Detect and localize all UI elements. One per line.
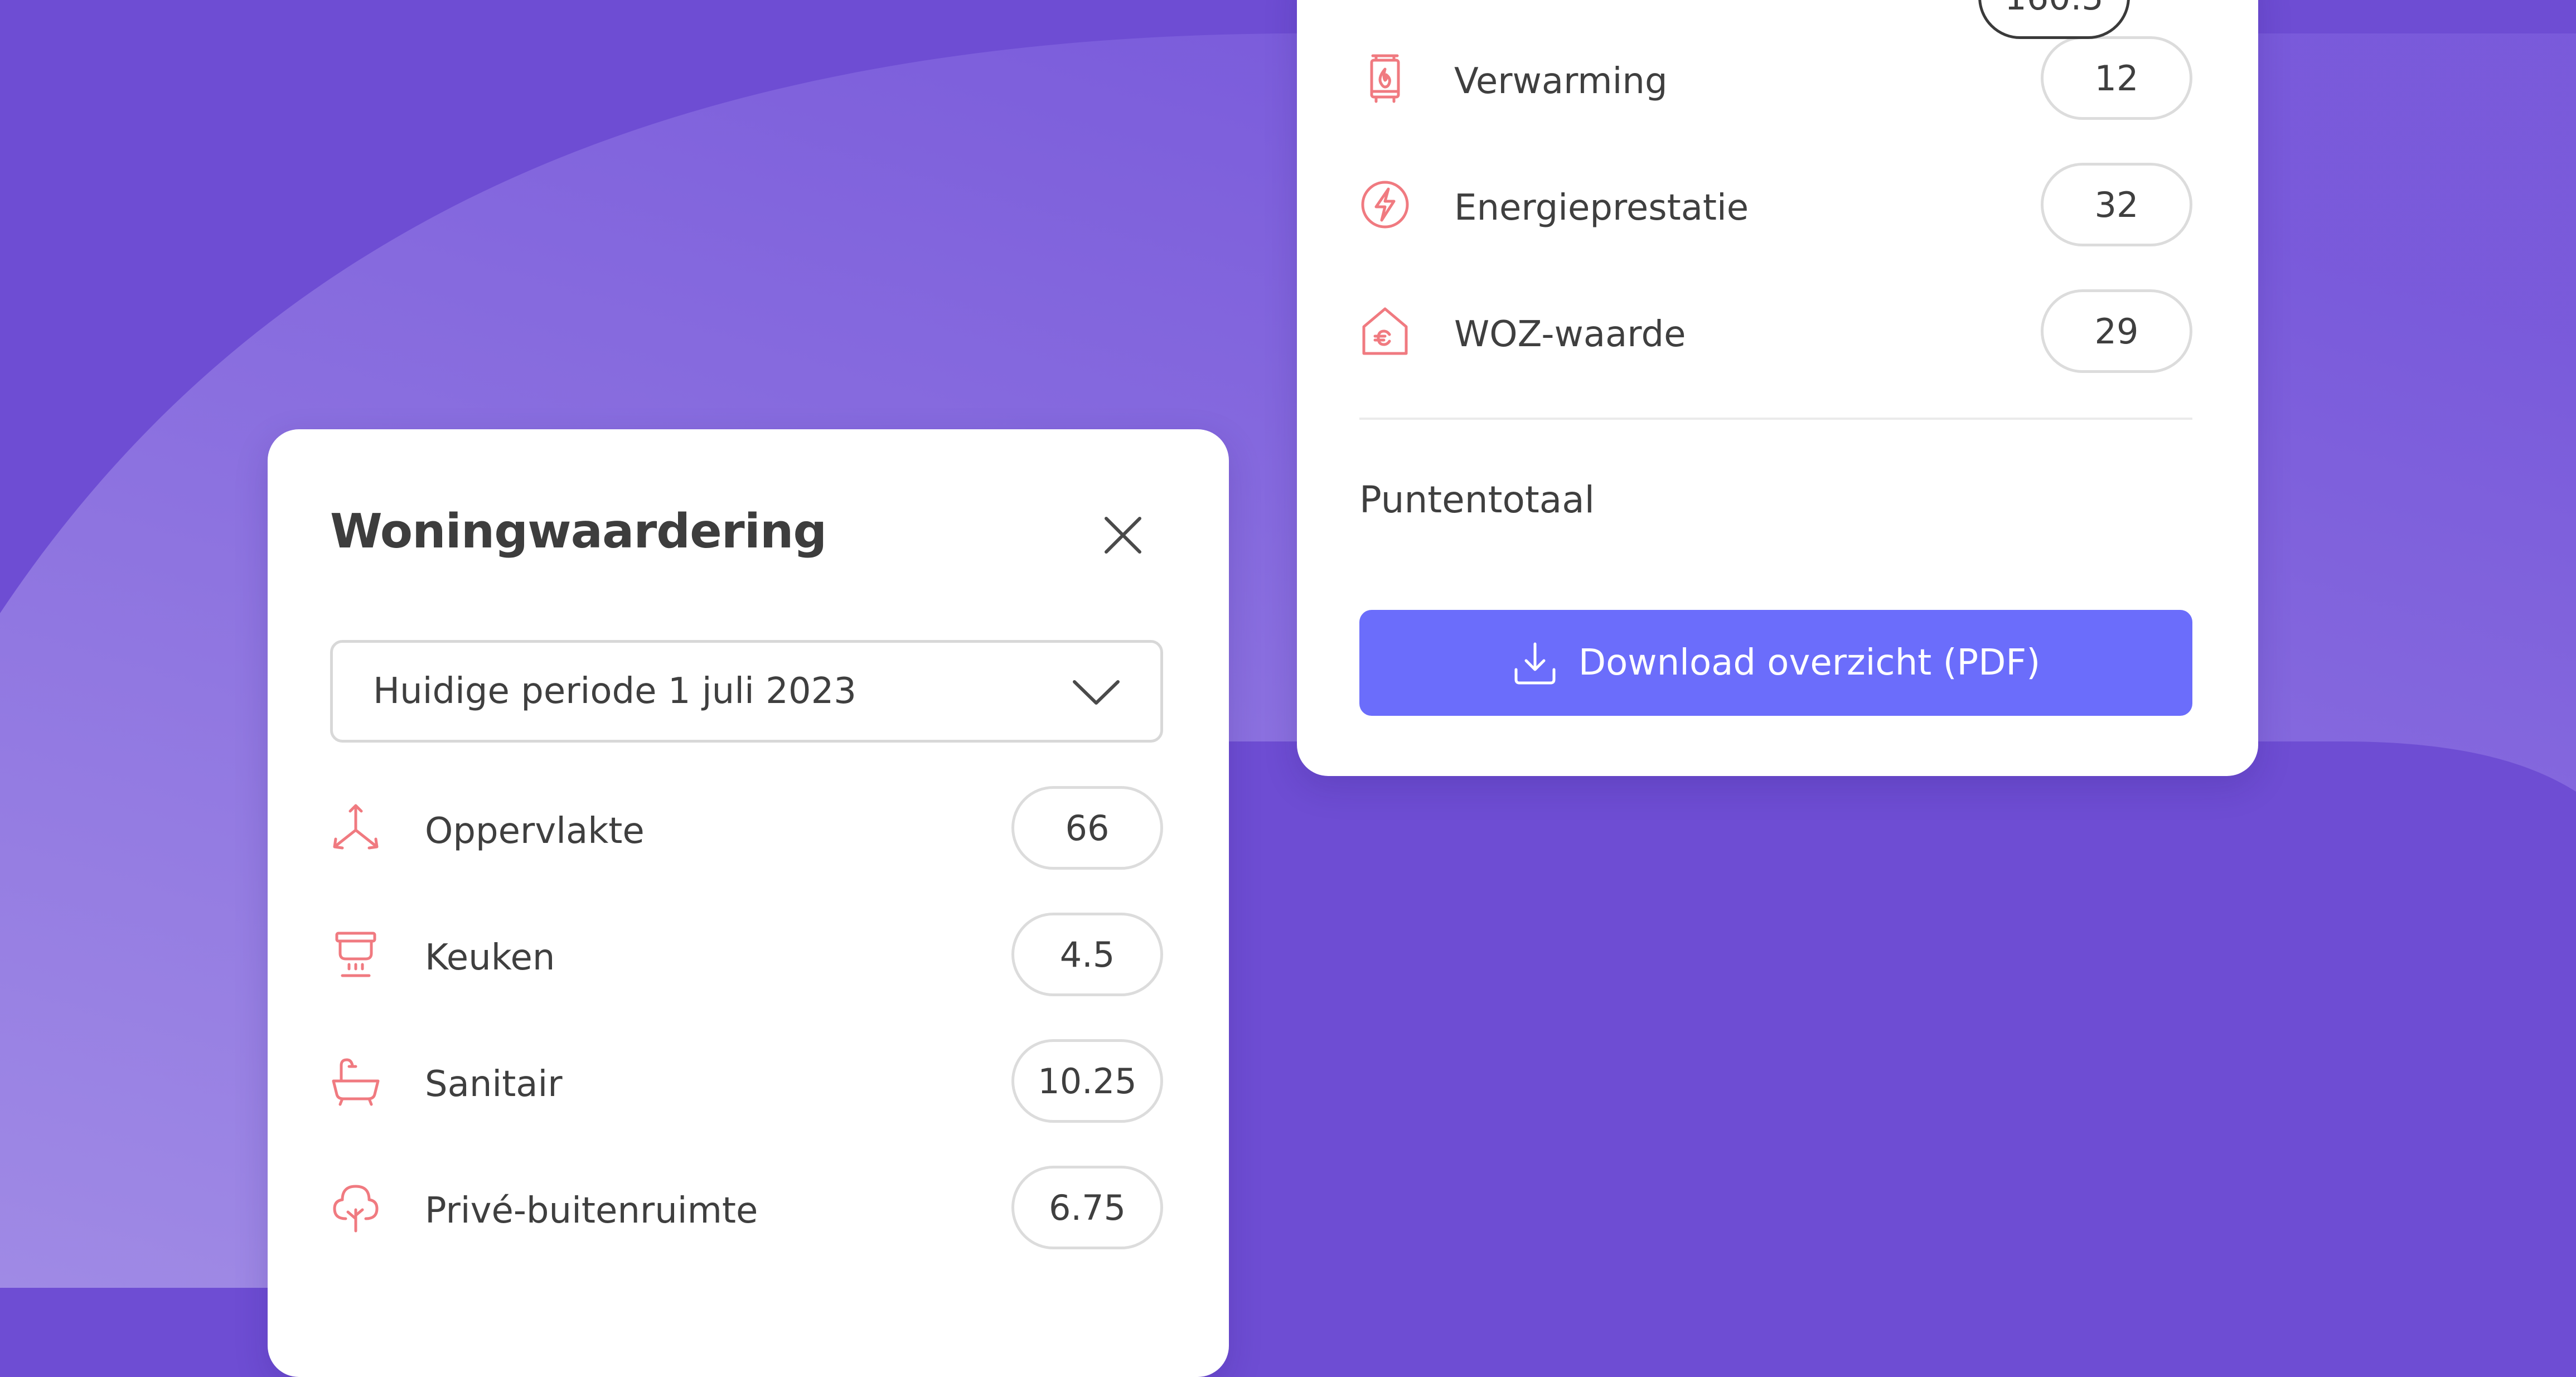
close-icon bbox=[1105, 517, 1141, 554]
dialog-title: Woningwaardering bbox=[330, 504, 827, 559]
download-pdf-button[interactable]: Download overzicht (PDF) bbox=[1359, 610, 2192, 716]
item-label: Privé-buitenruimte bbox=[425, 1190, 758, 1231]
list-item-sanitair: Sanitair 10.25 bbox=[330, 1039, 1163, 1123]
bathtub-icon bbox=[332, 1058, 380, 1106]
item-label: Sanitair bbox=[425, 1064, 563, 1105]
divider bbox=[1359, 418, 2192, 420]
item-value: 10.25 bbox=[1011, 1039, 1163, 1123]
download-button-label: Download overzicht (PDF) bbox=[1578, 642, 2041, 683]
list-item-keuken: Keuken 4.5 bbox=[330, 913, 1163, 996]
item-label: Oppervlakte bbox=[425, 811, 645, 852]
summary-card: Verwarming 12 Energieprestatie 32 WOZ-wa… bbox=[1297, 0, 2258, 776]
total-value: 160.5 bbox=[1978, 0, 2130, 39]
item-value: 32 bbox=[2041, 163, 2192, 246]
list-item-energieprestatie: Energieprestatie 32 bbox=[1359, 163, 2192, 246]
kitchen-icon bbox=[335, 932, 376, 977]
item-value: 6.75 bbox=[1011, 1166, 1163, 1249]
item-label: Verwarming bbox=[1454, 61, 1668, 102]
item-value: 66 bbox=[1011, 786, 1163, 870]
house-euro-icon bbox=[1362, 307, 1408, 355]
lightning-icon bbox=[1361, 181, 1409, 229]
download-icon bbox=[1514, 642, 1556, 685]
list-item-woz-waarde: WOZ-waarde 29 bbox=[1359, 289, 2192, 373]
heater-icon bbox=[1370, 54, 1400, 103]
period-select[interactable]: Huidige periode 1 juli 2023 bbox=[330, 640, 1163, 743]
chevron-down-icon bbox=[1073, 680, 1120, 705]
item-value: 4.5 bbox=[1011, 913, 1163, 996]
woningwaardering-dialog: Woningwaardering Huidige periode 1 juli … bbox=[268, 429, 1229, 1377]
item-label: Energieprestatie bbox=[1454, 187, 1749, 229]
close-button[interactable] bbox=[1101, 513, 1145, 557]
item-value: 29 bbox=[2041, 289, 2192, 373]
item-value: 12 bbox=[2041, 36, 2192, 120]
period-select-value: Huidige periode 1 juli 2023 bbox=[373, 671, 856, 712]
total-label: Puntentotaal bbox=[1359, 478, 1595, 521]
list-item-oppervlakte: Oppervlakte 66 bbox=[330, 786, 1163, 870]
tree-icon bbox=[333, 1185, 379, 1233]
list-item-prive-buitenruimte: Privé-buitenruimte 6.75 bbox=[330, 1166, 1163, 1249]
item-label: WOZ-waarde bbox=[1454, 314, 1686, 355]
item-label: Keuken bbox=[425, 937, 555, 978]
list-item-verwarming: Verwarming 12 bbox=[1359, 36, 2192, 120]
area-arrows-icon bbox=[333, 804, 379, 850]
